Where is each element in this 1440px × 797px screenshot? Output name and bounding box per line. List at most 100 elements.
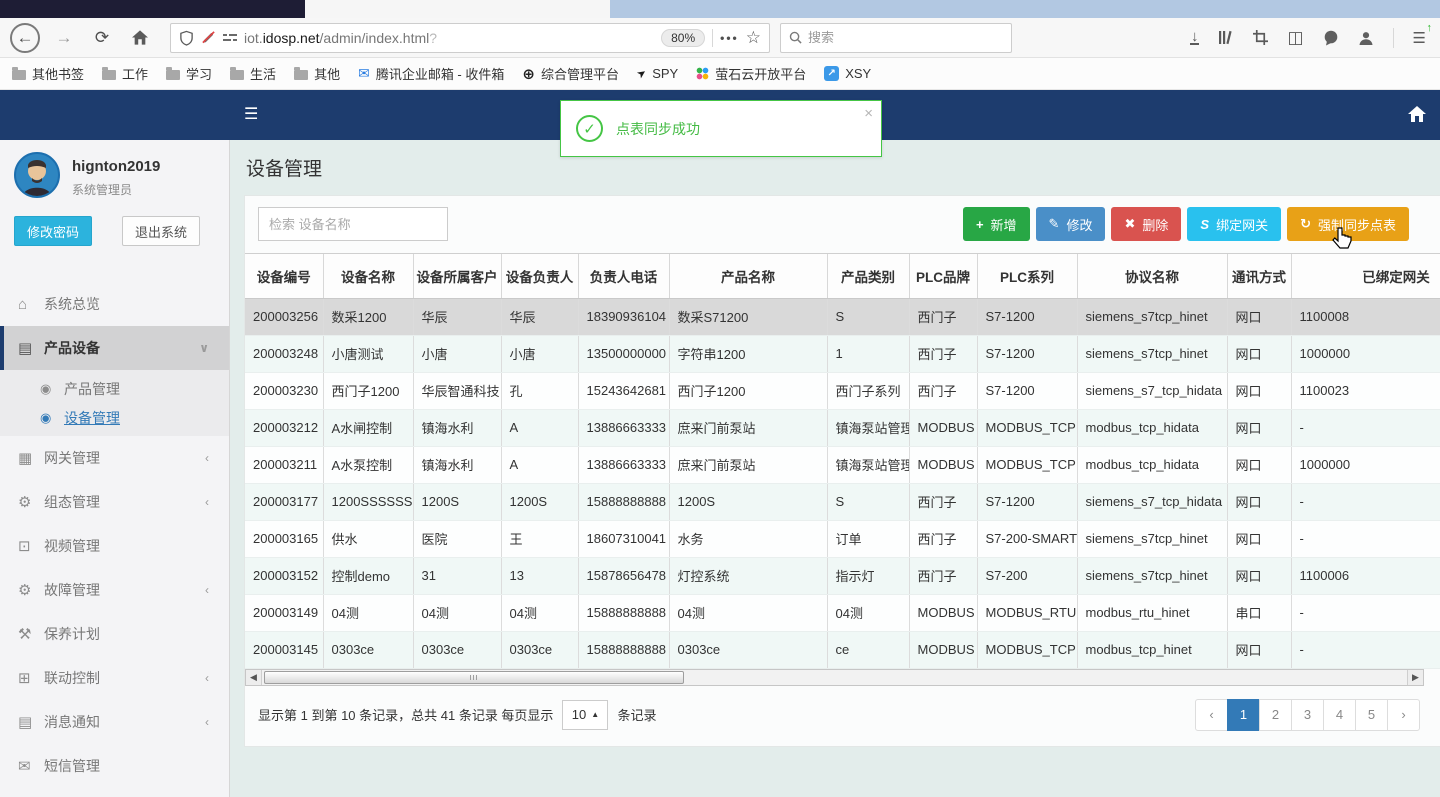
- sidebar-item-device-manage[interactable]: ◉ 设备管理: [0, 403, 229, 432]
- browser-search-box[interactable]: [780, 22, 1012, 53]
- page-actions-icon[interactable]: •••: [720, 31, 739, 45]
- column-header-3[interactable]: 设备负责人: [501, 254, 579, 299]
- pager-page-5[interactable]: 5: [1355, 698, 1388, 731]
- column-header-7[interactable]: PLC品牌: [909, 254, 978, 299]
- column-header-2[interactable]: 设备所属客户: [413, 254, 502, 299]
- library-icon[interactable]: [1218, 30, 1234, 45]
- bind-gateway-button[interactable]: S 绑定网关: [1187, 207, 1282, 241]
- sidebar-item-maintenance-plan[interactable]: ⚒ 保养计划: [0, 612, 229, 656]
- add-button[interactable]: + 新增: [962, 207, 1030, 241]
- table-row[interactable]: 200003145 0303ce 0303ce 0303ce 15888888888 03…: [245, 631, 1440, 669]
- browser-inactive-tab[interactable]: [305, 0, 610, 18]
- bookmark-item[interactable]: 萤石云开放平台: [696, 64, 806, 83]
- table-cell: S: [827, 483, 910, 521]
- forward-button[interactable]: →: [50, 24, 78, 52]
- folder-icon: [102, 66, 117, 80]
- table-cell: S7-200-SMART: [977, 520, 1078, 558]
- pager-page-3[interactable]: 3: [1291, 698, 1324, 731]
- browser-search-input[interactable]: [808, 30, 1003, 45]
- table-row[interactable]: 200003212 A水闸控制 镇海水利 A 13886663333 庶来门前泵站 镇海泵站…: [245, 409, 1440, 447]
- column-header-0[interactable]: 设备编号: [245, 254, 324, 299]
- table-cell: 04测: [413, 594, 502, 632]
- table-row[interactable]: 200003149 04测 04测 04测 15888888888 04测 04测 MODBU…: [245, 594, 1440, 632]
- scroll-left-arrow[interactable]: ◀: [246, 669, 262, 685]
- column-header-11[interactable]: 已绑定网关: [1291, 254, 1440, 299]
- downloads-icon[interactable]: ↓: [1189, 29, 1200, 45]
- sidebar-item-configuration-manage[interactable]: ⚙ 组态管理 ‹: [0, 480, 229, 524]
- sidebar-item-dict-manage[interactable]: ▦字典管理: [0, 788, 229, 797]
- delete-button[interactable]: ✖ 删除: [1111, 207, 1182, 241]
- sidebar-item-sms-manage[interactable]: ✉ 短信管理: [0, 744, 229, 788]
- scrollbar-thumb[interactable]: [264, 670, 684, 684]
- pager-next[interactable]: ›: [1387, 698, 1420, 731]
- page-size-select[interactable]: 10 ▲: [562, 699, 609, 730]
- bookmark-item[interactable]: 其他书签: [12, 64, 84, 83]
- account-icon[interactable]: [1358, 30, 1374, 46]
- table-cell: 200003212: [245, 409, 324, 447]
- sidebar-item-product-device[interactable]: ▤ 产品设备 ∨: [0, 326, 229, 370]
- device-search-input[interactable]: [258, 207, 448, 241]
- bookmark-item[interactable]: ↗ XSY: [824, 66, 871, 81]
- table-row[interactable]: 200003177 1200SSSSSS 1200S 1200S 15888888888…: [245, 483, 1440, 521]
- url-bar[interactable]: iot.idosp.net/admin/index.html? 80% ••• …: [170, 22, 770, 53]
- sidebar-item-product-manage[interactable]: ◉ 产品管理: [0, 374, 229, 403]
- collapse-sidebar-icon[interactable]: ☰: [244, 104, 258, 124]
- edit-button[interactable]: ✎ 修改: [1035, 207, 1106, 241]
- screenshot-crop-icon[interactable]: [1253, 30, 1269, 45]
- zoom-level-badge[interactable]: 80%: [661, 28, 706, 47]
- table-row[interactable]: 200003230 西门子1200 华辰智通科技孔 15243642681 西门子120…: [245, 372, 1440, 410]
- sidebar-item-gateway-manage[interactable]: ▦ 网关管理 ‹: [0, 436, 229, 480]
- column-header-6[interactable]: 产品类别: [827, 254, 910, 299]
- table-cell: 西门子1200: [669, 372, 828, 410]
- browser-active-tab[interactable]: [0, 0, 305, 18]
- column-header-5[interactable]: 产品名称: [669, 254, 828, 299]
- toast-close-icon[interactable]: ×: [864, 105, 873, 122]
- book-icon: ▤: [18, 714, 33, 731]
- table-row[interactable]: 200003165 供水 医院王 18607310041 水务 订单 西门子 S7-200-S…: [245, 520, 1440, 558]
- feedback-bubble-icon[interactable]: [1323, 30, 1339, 46]
- scroll-right-arrow[interactable]: ▶: [1407, 669, 1423, 685]
- sidebar-item-message-notify[interactable]: ▤ 消息通知 ‹: [0, 700, 229, 744]
- table-row[interactable]: 200003248 小唐测试 小唐 小唐 13500000000 字符串1200 1 西门子 S…: [245, 335, 1440, 373]
- pager-page-1[interactable]: 1: [1227, 698, 1260, 731]
- bookmark-star-icon[interactable]: ☆: [746, 28, 761, 48]
- pager-prev[interactable]: ‹: [1195, 698, 1228, 731]
- sidebar-toggle-icon[interactable]: ◫: [1287, 28, 1303, 48]
- bookmark-item[interactable]: 生活: [230, 64, 276, 83]
- column-header-1[interactable]: 设备名称: [323, 254, 414, 299]
- column-header-10[interactable]: 通讯方式: [1227, 254, 1292, 299]
- bookmark-item[interactable]: ✉ 腾讯企业邮箱 - 收件箱: [358, 64, 504, 83]
- table-row[interactable]: 200003256 数采1200 华辰 华辰 18390936104 数采S71200 S 西…: [245, 298, 1440, 336]
- logout-button[interactable]: 退出系统: [122, 216, 200, 246]
- sidebar-item-fault-manage[interactable]: ⚙ 故障管理 ‹: [0, 568, 229, 612]
- table-row[interactable]: 200003152 控制demo 31 13 15878656478 灯控系统 指示灯 西门子…: [245, 557, 1440, 595]
- column-header-8[interactable]: PLC系列: [977, 254, 1078, 299]
- back-button[interactable]: ←: [10, 22, 40, 53]
- sidebar-item-video-manage[interactable]: ⊡ 视频管理: [0, 524, 229, 568]
- bookmark-item[interactable]: ➤ SPY: [635, 66, 679, 81]
- table-row[interactable]: 200003211 A水泵控制 镇海水利 A 13886663333 庶来门前泵站 镇海泵站…: [245, 446, 1440, 484]
- avatar[interactable]: [14, 152, 60, 198]
- change-password-button[interactable]: 修改密码: [14, 216, 92, 246]
- bookmark-item[interactable]: 工作: [102, 64, 148, 83]
- pager-page-4[interactable]: 4: [1323, 698, 1356, 731]
- table-cell: 200003165: [245, 520, 324, 558]
- bookmark-item[interactable]: 其他: [294, 64, 340, 83]
- url-text[interactable]: iot.idosp.net/admin/index.html?: [244, 30, 654, 46]
- column-header-9[interactable]: 协议名称: [1077, 254, 1228, 299]
- app-home-icon[interactable]: [1408, 106, 1426, 122]
- sidebar-item-system-overview[interactable]: ⌂ 系统总览: [0, 282, 229, 326]
- update-badge-icon: ↑: [1426, 21, 1433, 34]
- bookmark-item[interactable]: 学习: [166, 64, 212, 83]
- home-button[interactable]: [126, 24, 154, 52]
- action-label: 强制同步点表: [1317, 217, 1396, 233]
- bookmark-item[interactable]: ⊕ 综合管理平台: [522, 64, 619, 83]
- pager-page-2[interactable]: 2: [1259, 698, 1292, 731]
- column-header-4[interactable]: 负责人电话: [578, 254, 670, 299]
- x-icon: ✖: [1124, 216, 1136, 231]
- horizontal-scrollbar[interactable]: ◀ ▶: [245, 668, 1424, 686]
- sidebar-item-linkage-control[interactable]: ⊞ 联动控制 ‹: [0, 656, 229, 700]
- sidebar-item-label: 设备管理: [64, 409, 120, 426]
- reload-button[interactable]: ⟳: [88, 24, 116, 52]
- app-menu-icon[interactable]: ☰ ↑: [1413, 22, 1432, 47]
